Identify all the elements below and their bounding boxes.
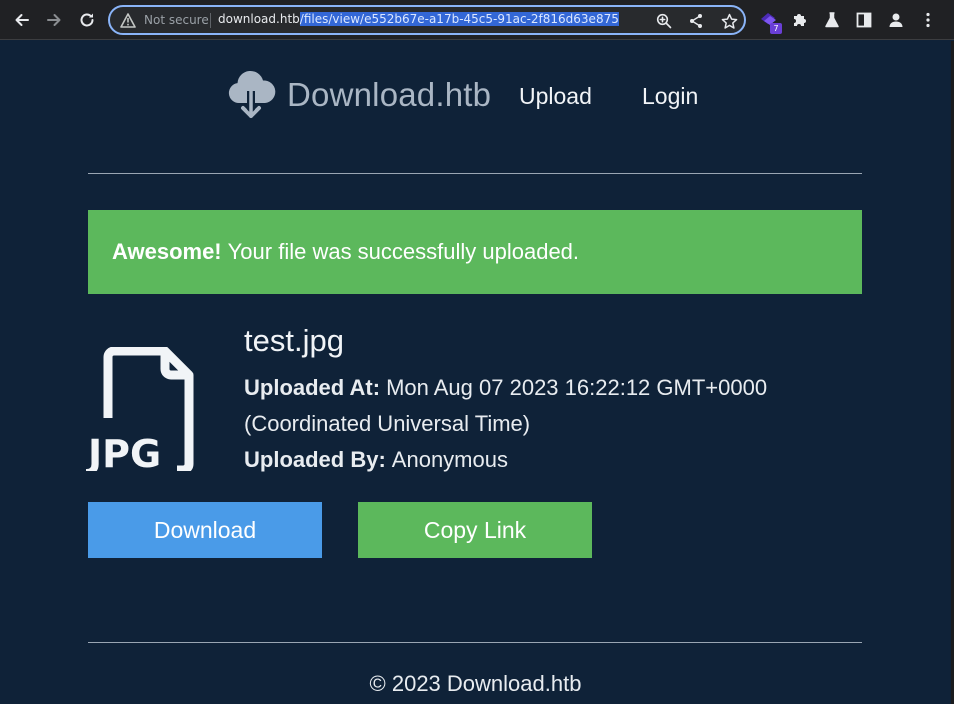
- copy-link-button[interactable]: Copy Link: [358, 502, 592, 558]
- forward-icon[interactable]: [42, 8, 66, 32]
- nav-upload-link[interactable]: Upload: [519, 83, 592, 110]
- warning-icon[interactable]: [120, 13, 136, 33]
- uploaded-at-row: Uploaded At: Mon Aug 07 2023 16:22:12 GMT…: [244, 370, 767, 406]
- url-path-selected: /files/view/e552b67e-a17b-45c5-91ac-2f81…: [299, 12, 619, 26]
- jpg-file-icon: JPG: [86, 347, 194, 471]
- brand-name: Download.htb: [287, 76, 492, 113]
- share-icon[interactable]: [687, 12, 705, 30]
- address-bar[interactable]: Not secure download.htb/files/view/e552b…: [108, 5, 746, 35]
- success-alert: Awesome! Your file was successfully uplo…: [88, 210, 862, 294]
- url-text[interactable]: download.htb/files/view/e552b67e-a17b-45…: [218, 12, 619, 26]
- uploaded-by-row: Uploaded By: Anonymous: [244, 442, 508, 478]
- file-type-label: JPG: [86, 432, 161, 471]
- uploaded-by-value: Anonymous: [391, 447, 508, 472]
- menu-icon[interactable]: [917, 9, 939, 31]
- header-divider: [88, 173, 862, 174]
- footer-copyright: © 2023 Download.htb: [369, 671, 582, 696]
- url-host: download.htb: [218, 12, 300, 26]
- uploaded-at-value: Mon Aug 07 2023 16:22:12 GMT+0000: [386, 375, 768, 400]
- zoom-icon[interactable]: [655, 12, 673, 30]
- profile-icon[interactable]: [885, 9, 907, 31]
- uploaded-at-timezone: (Coordinated Universal Time): [244, 411, 531, 436]
- download-button[interactable]: Download: [88, 502, 322, 558]
- sidepanel-icon[interactable]: [853, 9, 875, 31]
- browser-toolbar: Not secure download.htb/files/view/e552b…: [0, 0, 954, 40]
- uploaded-by-label: Uploaded By:: [244, 447, 386, 472]
- star-icon[interactable]: [720, 12, 738, 30]
- extension-badge-count: 7: [770, 23, 782, 34]
- alert-heading: Awesome!: [112, 239, 222, 264]
- uploaded-at-label: Uploaded At:: [244, 375, 381, 400]
- security-label[interactable]: Not secure: [144, 13, 209, 27]
- file-name: test.jpg: [244, 323, 344, 358]
- site-brand[interactable]: Download.htb: [226, 69, 491, 121]
- puzzle-icon[interactable]: [789, 9, 811, 31]
- reload-icon[interactable]: [75, 8, 99, 32]
- footer-divider: [88, 642, 862, 643]
- alert-message: Your file was successfully uploaded.: [227, 239, 580, 264]
- page-content: Download.htb Upload Login Awesome! Your …: [0, 41, 951, 704]
- cloud-download-icon: [228, 70, 276, 118]
- nav-login-link[interactable]: Login: [642, 83, 698, 110]
- back-icon[interactable]: [10, 8, 34, 32]
- omnibox-divider: [210, 13, 211, 28]
- labs-icon[interactable]: [821, 9, 843, 31]
